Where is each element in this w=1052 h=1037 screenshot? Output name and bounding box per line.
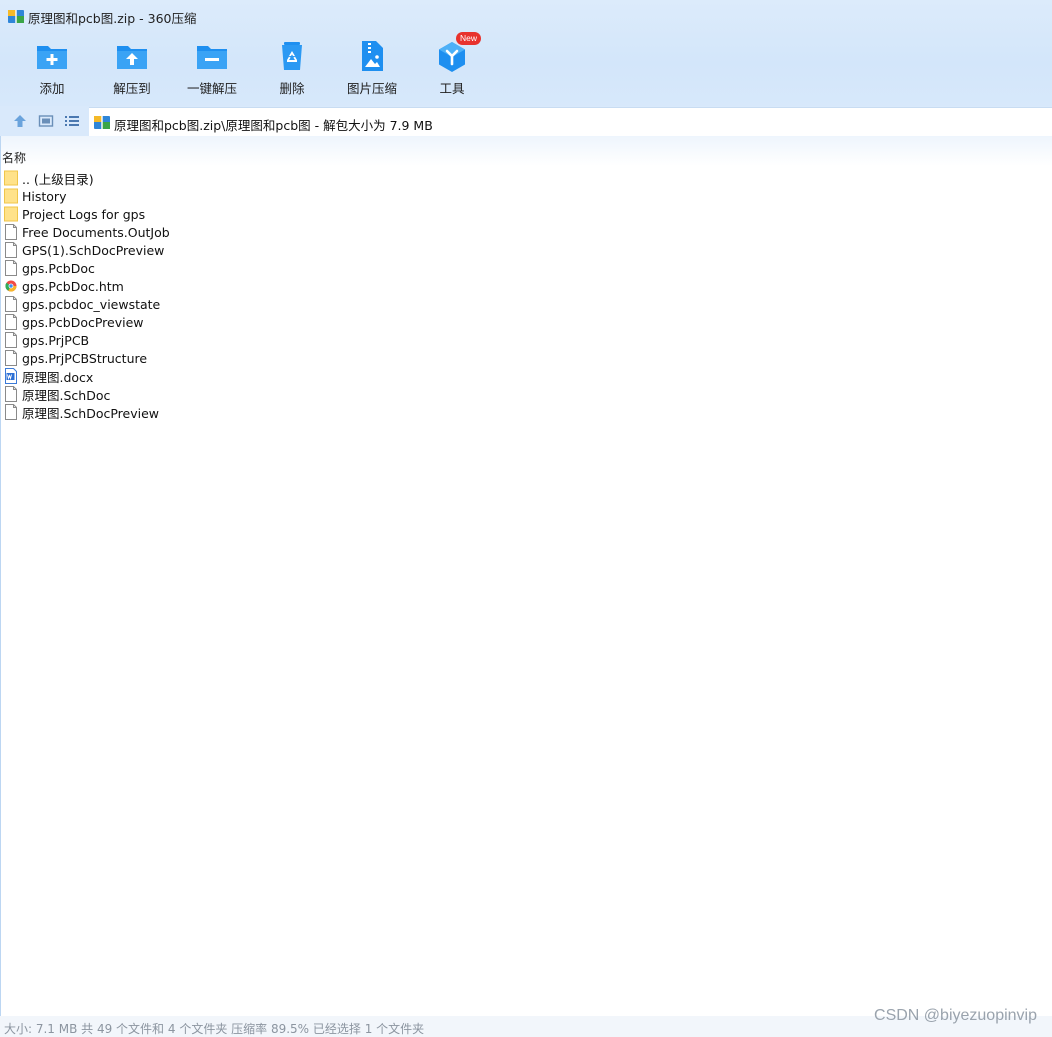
add-button[interactable]: 添加 [12,36,92,98]
file-name: gps.PrjPCBStructure [22,350,148,366]
file-name: gps.PcbDoc.htm [22,278,124,294]
new-badge: New [456,32,482,45]
watermark: CSDN @biyezuopinvip [874,1007,1037,1024]
folder-icon [4,170,18,186]
word-doc-icon [4,368,18,384]
file-name: 原理图.SchDocPreview [22,405,160,421]
file-name: History [22,188,67,204]
image-compress-label: 图片压缩 [346,81,397,96]
folder-icon [4,188,18,204]
image-compress-button[interactable]: 图片压缩 [332,36,412,98]
folder-minus-icon [197,46,227,69]
file-name: GPS(1).SchDocPreview [22,242,165,258]
browser-icon [4,278,18,294]
list-item[interactable]: Project Logs for gps [4,205,170,223]
file-icon [4,224,18,240]
file-list: .. (上级目录) History Project Logs for gps Free… [4,169,170,421]
list-item[interactable]: GPS(1).SchDocPreview [4,241,170,259]
folder-extract-icon [117,46,147,69]
list-view-icon[interactable] [64,113,80,129]
folder-icon [4,206,18,222]
list-item[interactable]: gps.PcbDoc [4,259,170,277]
status-text: 大小: 7.1 MB 共 49 个文件和 4 个文件夹 压缩率 89.5% 已经… [4,1022,425,1036]
file-icon [4,296,18,312]
list-item[interactable]: 原理图.SchDocPreview [4,403,170,421]
list-item[interactable]: 原理图.SchDoc [4,385,170,403]
address-path: 原理图和pcb图.zip\原理图和pcb图 - 解包大小为 7.9 MB [114,118,433,133]
extract-to-label: 解压到 [113,81,151,96]
one-click-extract-button[interactable]: 一键解压 [172,36,252,98]
recycle-bin-icon [282,42,302,70]
archive-icon [94,116,110,129]
file-name: gps.PcbDoc [22,260,95,276]
toolbar: 添加 解压到 一键解压 删除 图片压缩 New 工具 [12,32,492,98]
list-item[interactable]: History [4,187,170,205]
file-name: .. (上级目录) [22,171,94,187]
extract-to-button[interactable]: 解压到 [92,36,172,98]
file-name: 原理图.docx [22,369,94,385]
file-icon [4,332,18,348]
file-icon [4,260,18,276]
column-name-header[interactable]: 名称 [2,149,26,166]
file-icon [4,242,18,258]
header: 原理图和pcb图.zip - 360压缩 添加 解压到 一键解压 删除 图片压缩… [0,0,1052,106]
one-click-extract-label: 一键解压 [186,81,237,96]
list-item[interactable]: gps.PrjPCBStructure [4,349,170,367]
file-name: 原理图.SchDoc [22,387,111,403]
list-item[interactable]: gps.PcbDoc.htm [4,277,170,295]
list-item[interactable]: gps.PcbDocPreview [4,313,170,331]
file-name: Project Logs for gps [22,206,146,222]
up-arrow-icon[interactable] [12,113,28,129]
file-name: gps.pcbdoc_viewstate [22,296,161,312]
delete-label: 删除 [279,81,305,96]
title-bar: 原理图和pcb图.zip - 360压缩 [0,0,1052,32]
list-item[interactable]: 原理图.docx [4,367,170,385]
add-label: 添加 [39,81,65,96]
file-list-pane: 名称 .. (上级目录) History Project Logs for gps F… [0,136,1052,1016]
navigation-bar: 原理图和pcb图.zip\原理图和pcb图 - 解包大小为 7.9 MB [0,106,1052,136]
tools-button[interactable]: New 工具 [412,32,492,98]
address-bar[interactable]: 原理图和pcb图.zip\原理图和pcb图 - 解包大小为 7.9 MB [89,107,1052,136]
archive-icon [8,10,24,23]
list-item[interactable]: gps.PrjPCB [4,331,170,349]
file-icon [4,386,18,402]
column-header: 名称 [1,136,1052,166]
thumbnail-view-icon[interactable] [38,113,54,129]
file-name: gps.PcbDocPreview [22,314,144,330]
tools-label: 工具 [439,81,465,96]
file-icon [4,350,18,366]
file-name: Free Documents.OutJob [22,224,170,240]
delete-button[interactable]: 删除 [252,36,332,98]
window-title: 原理图和pcb图.zip - 360压缩 [28,11,197,26]
list-item[interactable]: gps.pcbdoc_viewstate [4,295,170,313]
file-icon [4,314,18,330]
image-zip-icon [362,41,383,71]
file-name: gps.PrjPCB [22,332,90,348]
list-item[interactable]: .. (上级目录) [4,169,170,187]
list-item[interactable]: Free Documents.OutJob [4,223,170,241]
file-icon [4,404,18,420]
folder-add-icon [37,46,67,69]
